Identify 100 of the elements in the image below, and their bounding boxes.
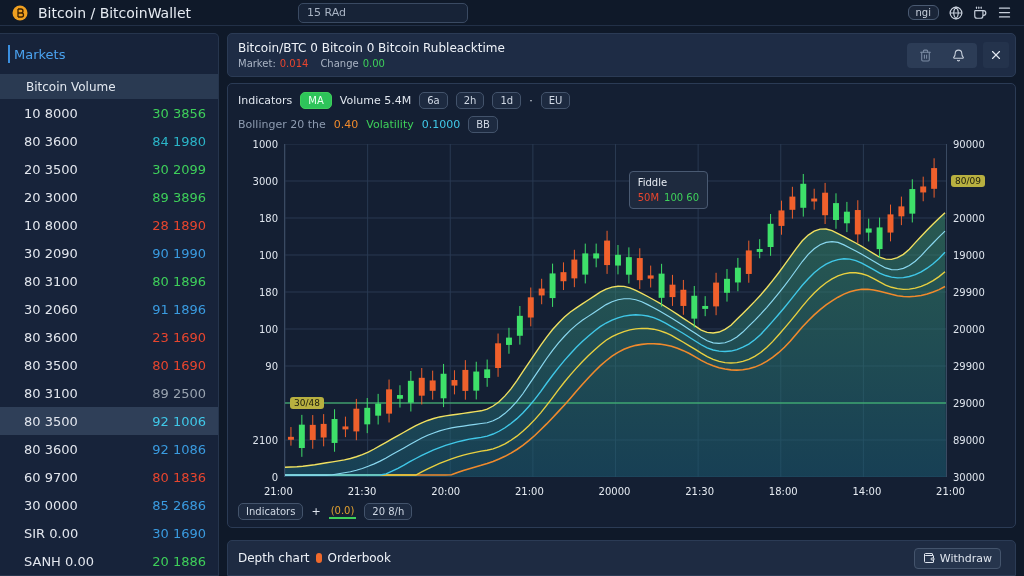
stat-label: Change [320,58,359,69]
market-row[interactable]: 80 3600 84 1980 [0,127,218,155]
price-text: 10 8000 [24,105,78,121]
axis-label: 21:00 [264,486,293,497]
change-text: 20 1886 [152,553,206,569]
toolbar-label: Bollinger 20 the [238,117,326,131]
change-text: 92 1086 [152,441,206,457]
axis-label: 90 [265,360,278,372]
change-text: 91 1896 [152,301,206,317]
change-text: 30 2099 [152,161,206,177]
market-row[interactable]: 10 8000 28 1890 [0,211,218,239]
market-row[interactable]: 80 3600 23 1690 [0,323,218,351]
axis-label: 180 [258,212,278,224]
toolbar-chip[interactable]: Indicators [238,502,304,520]
change-text: 92 1006 [152,413,206,429]
axis-label: 20000 [953,212,985,224]
axis-label: 21:30 [685,486,714,497]
market-row[interactable]: 80 3500 92 1006 [0,407,218,435]
toolbar-label: + [311,504,321,518]
axis-label: 1000 [252,138,278,150]
toolbar-chip[interactable]: EU [540,91,571,109]
menu-icon[interactable] [997,5,1012,20]
toolbar-chip[interactable]: 2h [455,91,485,109]
price-badge: 30/48 [290,397,324,409]
trash-icon[interactable] [919,48,932,62]
stat-value: 0.00 [362,58,385,69]
app-title: Bitcoin / BitcoinWallet [38,4,193,21]
market-row[interactable]: 20 3000 89 3896 [0,183,218,211]
price-text: 80 3500 [24,357,78,373]
axis-label: 0 [271,471,278,483]
sidebar-title: Markets [14,46,66,62]
toolbar-label: · [529,93,533,107]
toolbar-chip[interactable]: 20 8/h [364,502,413,520]
toolbar-chip[interactable]: 6a [419,91,448,109]
price-text: 80 3600 [24,329,78,345]
stat-value: 0.014 [279,58,309,69]
toolbar-label: 0.40 [333,117,359,131]
bell-icon[interactable] [952,48,965,62]
toolbar-chip[interactable]: 1d [492,91,522,109]
axis-label: 20000 [598,486,631,497]
market-row[interactable]: 30 0000 85 2686 [0,491,218,519]
market-row[interactable]: 20 3500 30 2099 [0,155,218,183]
change-text: 30 3856 [152,105,206,121]
change-text: 85 2686 [152,497,206,513]
tooltip-title: Fiddle [637,176,669,188]
axis-label: 29900 [953,286,985,298]
search-field[interactable]: 15 RAd [298,2,468,23]
axis-label: 20000 [953,323,985,335]
axis-label: 180 [258,286,278,298]
market-row[interactable]: 80 3100 89 2500 [0,379,218,407]
cup-icon[interactable] [973,5,987,20]
change-text: 90 1990 [152,245,206,261]
axis-label: 3000 [252,175,278,187]
market-row[interactable]: SIR 0.00 30 1690 [0,519,218,547]
withdraw-button[interactable]: Withdraw [913,547,1001,569]
depth-title: Depth chart [238,551,310,565]
change-text: 80 1836 [152,469,206,485]
axis-label: 29000 [953,397,985,409]
market-row[interactable]: 10 8000 30 3856 [0,99,218,127]
toolbar-chip[interactable]: BB [468,115,498,133]
change-text: 23 1690 [152,329,206,345]
toolbar-label: 0.1000 [421,117,461,131]
column-header: Bitcoin Volume [0,74,218,99]
price-text: 80 3500 [24,413,78,429]
globe-icon[interactable] [949,5,963,20]
change-text: 30 1690 [152,525,206,541]
axis-label: 100 [258,323,278,335]
toolbar-label: Indicators [238,93,293,107]
price-text: 80 3100 [24,385,78,401]
price-badge: 80/09 [951,175,985,187]
market-row[interactable]: 80 3100 80 1896 [0,267,218,295]
change-text: 84 1980 [152,133,206,149]
axis-label: 30000 [953,471,985,483]
change-text: 28 1890 [152,217,206,233]
market-row[interactable]: 30 2060 91 1896 [0,295,218,323]
change-text: 89 3896 [152,189,206,205]
toolbar-label: Volume 5.4M [339,93,412,107]
close-button[interactable] [983,42,1009,68]
market-row[interactable]: 80 3500 80 1690 [0,351,218,379]
market-row[interactable]: SANH 0.00 20 1886 [0,547,218,575]
pair-title: Bitcoin/BTC 0 Bitcoin 0 Bitcoin Rubleacktime [238,41,506,55]
axis-label: 21:30 [347,486,377,497]
price-text: SIR 0.00 [24,525,79,541]
coin-icon [12,4,28,21]
axis-label: 19000 [953,249,985,261]
market-row[interactable]: 60 9700 80 1836 [0,463,218,491]
market-row[interactable]: 30 2090 90 1990 [0,239,218,267]
price-text: 80 3600 [24,441,78,457]
price-text: 80 3100 [24,273,78,289]
price-text: 30 2060 [24,301,78,317]
price-text: 30 2090 [24,245,78,261]
legend-link[interactable]: (0.0) [328,503,357,519]
change-text: 80 1896 [152,273,206,289]
account-pill[interactable]: ngi [907,5,939,20]
wallet-icon [922,552,935,564]
axis-label: 29900 [953,360,985,372]
market-row[interactable]: 80 3600 92 1086 [0,435,218,463]
tooltip-value: 100 60 [664,191,700,203]
price-text: 60 9700 [24,469,78,485]
axis-label: 18:00 [768,486,798,497]
